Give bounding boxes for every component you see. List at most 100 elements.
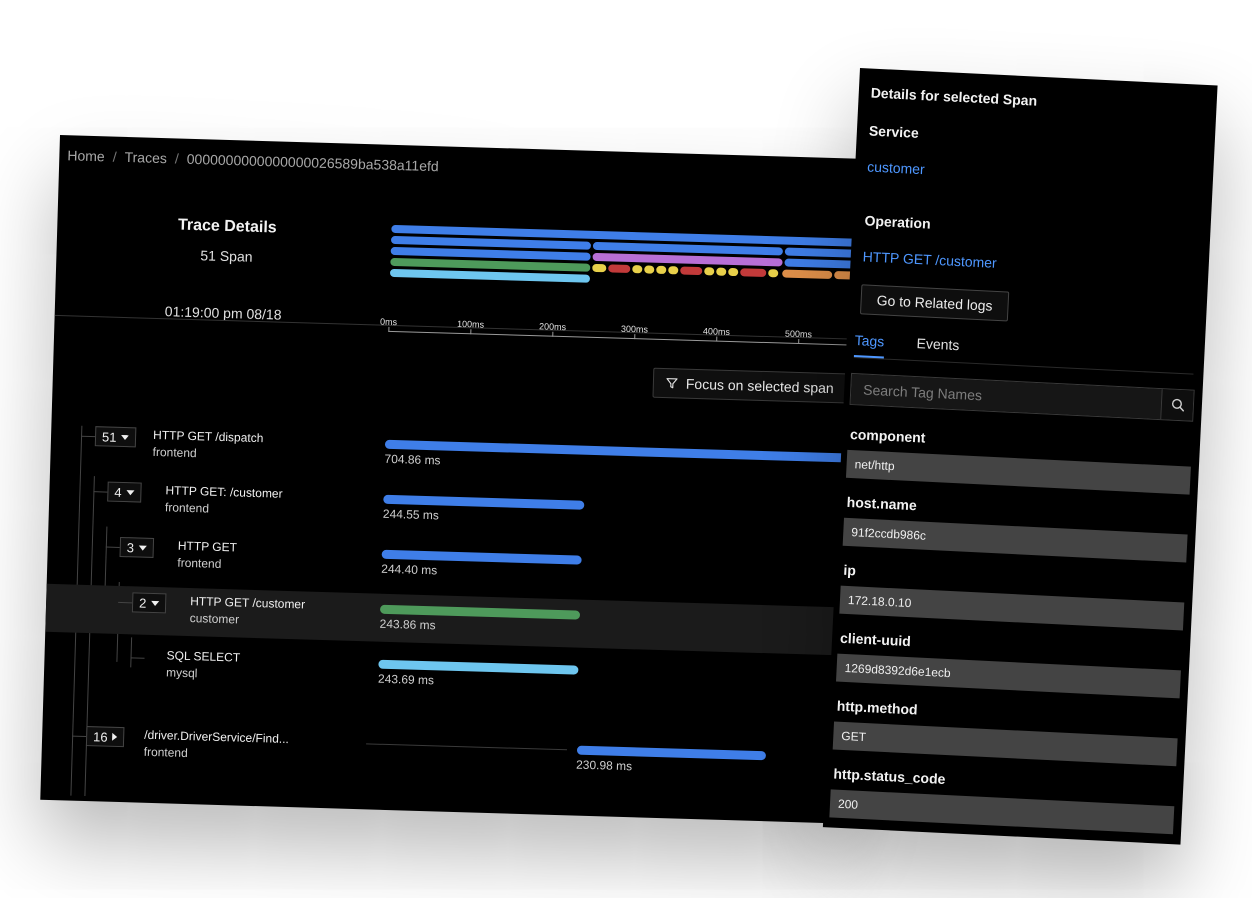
minimap-span-bar bbox=[592, 263, 607, 273]
minimap-span-bar bbox=[740, 268, 767, 278]
service-label: Service bbox=[868, 122, 920, 141]
span-toggle-button[interactable]: 51 bbox=[94, 426, 137, 448]
axis-tick-label: 400ms bbox=[702, 326, 731, 337]
span-duration-label: 244.40 ms bbox=[381, 561, 438, 578]
tag-search-input[interactable] bbox=[850, 373, 1162, 420]
span-duration-label: 243.86 ms bbox=[379, 616, 436, 633]
details-title: Details for selected Span bbox=[870, 84, 1038, 109]
minimap-span-bar bbox=[784, 247, 860, 258]
span-operation-name: HTTP GET /dispatch bbox=[152, 427, 264, 446]
axis-tick-mark bbox=[552, 331, 554, 337]
axis-tick-mark bbox=[470, 329, 472, 335]
axis-tick-mark bbox=[388, 326, 390, 332]
span-service-name: frontend bbox=[177, 555, 222, 571]
trace-summary: Trace Details 51 Span bbox=[156, 216, 297, 266]
child-count: 2 bbox=[138, 595, 147, 611]
minimap-span-bar bbox=[644, 265, 655, 274]
breadcrumb: Home / Traces / 0000000000000000026589ba… bbox=[67, 147, 439, 174]
span-row[interactable]: 16/driver.DriverService/Find... frontend 2… bbox=[41, 719, 842, 791]
service-link[interactable]: customer bbox=[867, 158, 925, 177]
breadcrumb-home[interactable]: Home bbox=[67, 147, 105, 164]
caret-down-icon bbox=[138, 545, 148, 551]
tag-value: 91f2ccdb986c bbox=[842, 517, 1188, 563]
tag-key: host.name bbox=[846, 493, 918, 514]
tag-value: net/http bbox=[845, 449, 1191, 495]
trace-minimap[interactable] bbox=[389, 224, 860, 301]
span-duration-label: 244.55 ms bbox=[382, 506, 440, 523]
axis-tick-mark bbox=[634, 334, 636, 340]
span-duration-bar[interactable] bbox=[384, 439, 860, 466]
breadcrumb-separator: / bbox=[112, 148, 117, 165]
span-details-panel: Details for selected Span Service custom… bbox=[822, 68, 1218, 845]
span-operation-name: HTTP GET: /customer bbox=[165, 483, 283, 501]
search-button[interactable] bbox=[1160, 389, 1194, 421]
caret-down-icon bbox=[151, 600, 160, 606]
operation-label: Operation bbox=[864, 212, 931, 232]
tree-branch bbox=[72, 735, 87, 738]
breadcrumb-trace-id: 0000000000000000026589ba538a11efd bbox=[186, 150, 439, 175]
span-service-name: frontend bbox=[164, 500, 210, 516]
span-service-name: frontend bbox=[143, 744, 188, 761]
span-service-name: customer bbox=[189, 611, 240, 627]
child-count: 51 bbox=[101, 428, 117, 445]
timeline-axis: 0ms 100ms 200ms 300ms 400ms 500ms bbox=[380, 317, 859, 351]
child-count: 4 bbox=[114, 484, 122, 500]
span-duration-label: 230.98 ms bbox=[575, 757, 633, 774]
tag-value: GET bbox=[832, 721, 1178, 767]
axis-tick-label: 0ms bbox=[379, 316, 398, 328]
axis-tick-label: 200ms bbox=[538, 321, 567, 333]
tree-branch bbox=[130, 657, 145, 659]
minimap-span-bar bbox=[656, 265, 667, 275]
span-duration-label: 243.69 ms bbox=[377, 671, 435, 688]
tag-list: component net/http host.name 91f2ccdb986c ip… bbox=[829, 68, 1218, 835]
tag-key: client-uuid bbox=[839, 629, 912, 650]
details-tabs: Tags Events bbox=[853, 328, 1195, 375]
axis-tick-label: 500ms bbox=[784, 328, 813, 340]
span-operation-name: HTTP GET /customer bbox=[190, 594, 306, 612]
focus-selected-span-button[interactable]: Focus on selected span bbox=[652, 367, 848, 404]
span-toggle-button[interactable]: 2 bbox=[131, 592, 167, 614]
tag-search bbox=[849, 372, 1195, 422]
span-duration-label: 704.86 ms bbox=[384, 451, 441, 468]
minimap-span-bar bbox=[728, 267, 739, 277]
minimap-span-bar bbox=[608, 264, 631, 273]
trace-title: Trace Details bbox=[177, 216, 277, 237]
tag-value: 200 bbox=[829, 789, 1175, 835]
caret-right-icon bbox=[112, 732, 118, 741]
caret-down-icon bbox=[126, 489, 135, 495]
minimap-span-bar bbox=[784, 258, 860, 269]
span-toggle-button[interactable]: 3 bbox=[119, 536, 155, 558]
span-toggle-button[interactable]: 4 bbox=[107, 481, 142, 503]
tree-branch bbox=[81, 435, 96, 438]
child-count: 3 bbox=[126, 539, 135, 555]
tab-events[interactable]: Events bbox=[916, 335, 960, 353]
minimap-span-bar bbox=[668, 266, 679, 275]
tag-key: ip bbox=[843, 561, 857, 579]
span-operation-name: HTTP GET bbox=[177, 538, 238, 555]
tab-tags[interactable]: Tags bbox=[854, 332, 884, 349]
span-toggle-button[interactable]: 16 bbox=[85, 726, 125, 748]
tag-value: 172.18.0.10 bbox=[839, 585, 1185, 631]
axis-tick-mark bbox=[716, 336, 718, 342]
axis-tick-label: 300ms bbox=[620, 323, 649, 335]
operation-link[interactable]: HTTP GET /customer bbox=[862, 248, 997, 271]
search-icon bbox=[1171, 398, 1184, 412]
tree-branch bbox=[118, 601, 133, 604]
span-count: 51 Span bbox=[200, 247, 253, 265]
funnel-icon bbox=[666, 378, 678, 389]
breadcrumb-traces[interactable]: Traces bbox=[124, 149, 167, 166]
span-service-name: frontend bbox=[152, 444, 197, 461]
child-count: 16 bbox=[92, 728, 108, 745]
active-tab-indicator bbox=[853, 355, 884, 359]
go-to-related-logs-button[interactable]: Go to Related logs bbox=[859, 284, 1010, 322]
tag-key: http.method bbox=[836, 697, 918, 718]
minimap-span-bar bbox=[632, 265, 643, 274]
tag-key: http.status_code bbox=[833, 765, 946, 788]
trace-panel: Home / Traces / 0000000000000000026589ba… bbox=[40, 135, 860, 824]
tag-value: 1269d8392d6e1ecb bbox=[835, 653, 1181, 699]
breadcrumb-separator: / bbox=[174, 150, 180, 167]
span-operation-name: /driver.DriverService/Find... bbox=[144, 727, 290, 747]
minimap-span-bar bbox=[680, 266, 703, 276]
span-service-name: mysql bbox=[165, 665, 198, 681]
span-track-line bbox=[366, 743, 567, 751]
